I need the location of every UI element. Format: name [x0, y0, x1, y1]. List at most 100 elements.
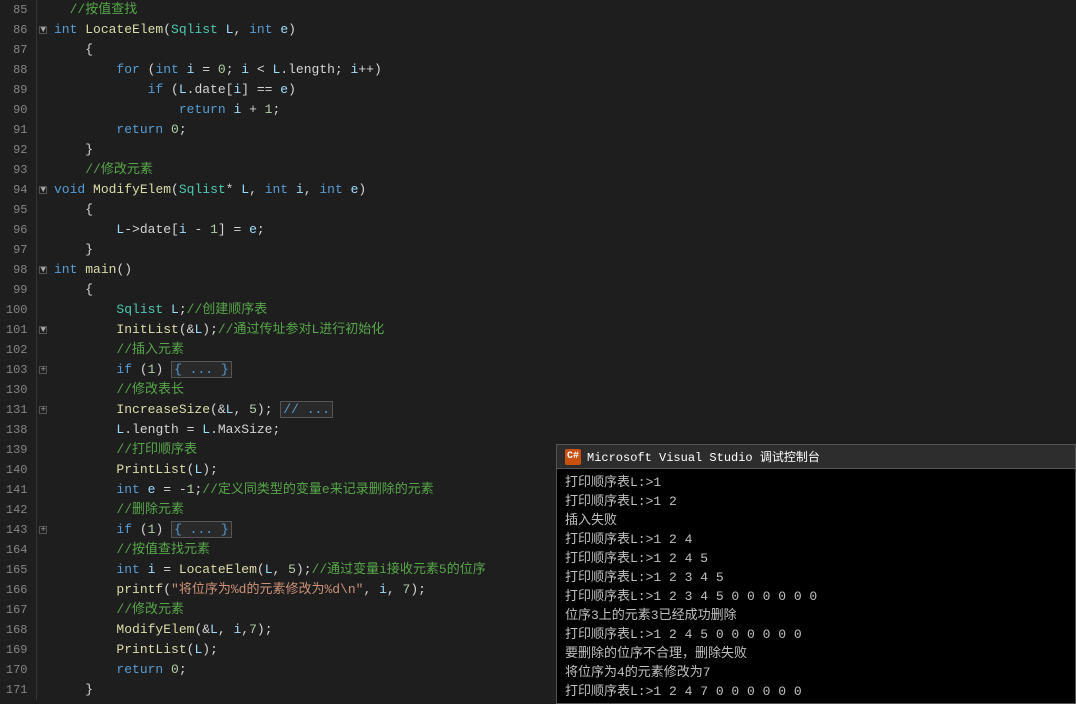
line-number: 171 — [0, 680, 36, 700]
debug-output-line: 打印顺序表L:>1 — [565, 473, 1067, 492]
line-number: 130 — [0, 380, 36, 400]
code-content: //修改元素 — [50, 160, 550, 180]
fold-indicator[interactable]: + — [36, 360, 50, 380]
fold-indicator — [36, 220, 50, 240]
fold-indicator[interactable]: ▼ — [36, 260, 50, 280]
code-content: //修改表长 — [50, 380, 550, 400]
line-number: 102 — [0, 340, 36, 360]
line-number: 142 — [0, 500, 36, 520]
table-row: 94▼void ModifyElem(Sqlist* L, int i, int… — [0, 180, 550, 200]
fold-indicator[interactable]: + — [36, 520, 50, 540]
table-row: 171 } — [0, 680, 550, 700]
code-content: } — [50, 240, 550, 260]
fold-indicator[interactable]: + — [36, 400, 50, 420]
code-content: PrintList(L); — [50, 640, 550, 660]
table-row: 140 PrintList(L); — [0, 460, 550, 480]
table-row: 88 for (int i = 0; i < L.length; i++) — [0, 60, 550, 80]
fold-indicator — [36, 300, 50, 320]
fold-indicator — [36, 440, 50, 460]
fold-indicator — [36, 560, 50, 580]
table-row: 168 ModifyElem(&L, i,7); — [0, 620, 550, 640]
line-number: 94 — [0, 180, 36, 200]
code-content: IncreaseSize(&L, 5); // ... — [50, 400, 550, 420]
line-number: 170 — [0, 660, 36, 680]
code-content: for (int i = 0; i < L.length; i++) — [50, 60, 550, 80]
debug-output-line: 插入失败 — [565, 511, 1067, 530]
debug-title-text: Microsoft Visual Studio 调试控制台 — [587, 448, 820, 465]
fold-indicator — [36, 200, 50, 220]
line-number: 140 — [0, 460, 36, 480]
table-row: 85 //按值查找 — [0, 0, 550, 20]
editor-area: 85 //按值查找86▼int LocateElem(Sqlist L, int… — [0, 0, 1076, 704]
code-content: void ModifyElem(Sqlist* L, int i, int e) — [50, 180, 550, 200]
fold-indicator — [36, 40, 50, 60]
code-content: L.length = L.MaxSize; — [50, 420, 550, 440]
line-number: 89 — [0, 80, 36, 100]
debug-output-line: 打印顺序表L:>1 2 4 7 0 0 0 0 0 0 — [565, 682, 1067, 701]
code-content: } — [50, 680, 550, 700]
line-number: 131 — [0, 400, 36, 420]
fold-indicator — [36, 420, 50, 440]
debug-output-line: 位序3上的元素3已经成功删除 — [565, 606, 1067, 625]
table-row: 91 return 0; — [0, 120, 550, 140]
fold-indicator — [36, 340, 50, 360]
line-number: 99 — [0, 280, 36, 300]
debug-output[interactable]: 打印顺序表L:>1打印顺序表L:>1 2插入失败打印顺序表L:>1 2 4打印顺… — [557, 469, 1075, 703]
fold-indicator — [36, 120, 50, 140]
line-number: 103 — [0, 360, 36, 380]
code-content: ModifyElem(&L, i,7); — [50, 620, 550, 640]
table-row: 96 L->date[i - 1] = e; — [0, 220, 550, 240]
line-number: 90 — [0, 100, 36, 120]
fold-indicator — [36, 580, 50, 600]
code-content: //修改元素 — [50, 600, 550, 620]
code-content: { — [50, 280, 550, 300]
line-number: 92 — [0, 140, 36, 160]
line-number: 138 — [0, 420, 36, 440]
table-row: 86▼int LocateElem(Sqlist L, int e) — [0, 20, 550, 40]
code-content: int main() — [50, 260, 550, 280]
table-row: 92 } — [0, 140, 550, 160]
line-number: 86 — [0, 20, 36, 40]
fold-indicator — [36, 280, 50, 300]
fold-indicator — [36, 60, 50, 80]
line-number: 168 — [0, 620, 36, 640]
line-number: 164 — [0, 540, 36, 560]
line-number: 169 — [0, 640, 36, 660]
table-row: 165 int i = LocateElem(L, 5);//通过变量i接收元素… — [0, 560, 550, 580]
fold-indicator — [36, 680, 50, 700]
line-number: 143 — [0, 520, 36, 540]
fold-indicator — [36, 240, 50, 260]
code-content: //打印顺序表 — [50, 440, 550, 460]
debug-output-line: 打印顺序表L:>1 2 4 5 0 0 0 0 0 0 — [565, 625, 1067, 644]
fold-indicator[interactable]: ▼ — [36, 20, 50, 40]
line-number: 167 — [0, 600, 36, 620]
table-row: 103+ if (1) { ... } — [0, 360, 550, 380]
code-panel[interactable]: 85 //按值查找86▼int LocateElem(Sqlist L, int… — [0, 0, 550, 704]
code-content: int LocateElem(Sqlist L, int e) — [50, 20, 550, 40]
line-number: 88 — [0, 60, 36, 80]
fold-indicator — [36, 600, 50, 620]
debug-output-line: 打印顺序表L:>1 2 3 4 5 — [565, 568, 1067, 587]
fold-indicator[interactable]: ▼ — [36, 320, 50, 340]
fold-indicator[interactable]: ▼ — [36, 180, 50, 200]
table-row: 169 PrintList(L); — [0, 640, 550, 660]
fold-indicator — [36, 100, 50, 120]
table-row: 100 Sqlist L;//创建顺序表 — [0, 300, 550, 320]
code-content: return 0; — [50, 120, 550, 140]
fold-indicator — [36, 460, 50, 480]
line-number: 98 — [0, 260, 36, 280]
line-number: 96 — [0, 220, 36, 240]
code-content: //插入元素 — [50, 340, 550, 360]
fold-indicator — [36, 660, 50, 680]
code-content: { — [50, 200, 550, 220]
table-row: 170 return 0; — [0, 660, 550, 680]
code-content: //删除元素 — [50, 500, 550, 520]
table-row: 138 L.length = L.MaxSize; — [0, 420, 550, 440]
line-number: 85 — [0, 0, 36, 20]
table-row: 164 //按值查找元素 — [0, 540, 550, 560]
fold-indicator — [36, 540, 50, 560]
table-row: 99 { — [0, 280, 550, 300]
code-content: } — [50, 140, 550, 160]
line-number: 87 — [0, 40, 36, 60]
fold-indicator — [36, 620, 50, 640]
